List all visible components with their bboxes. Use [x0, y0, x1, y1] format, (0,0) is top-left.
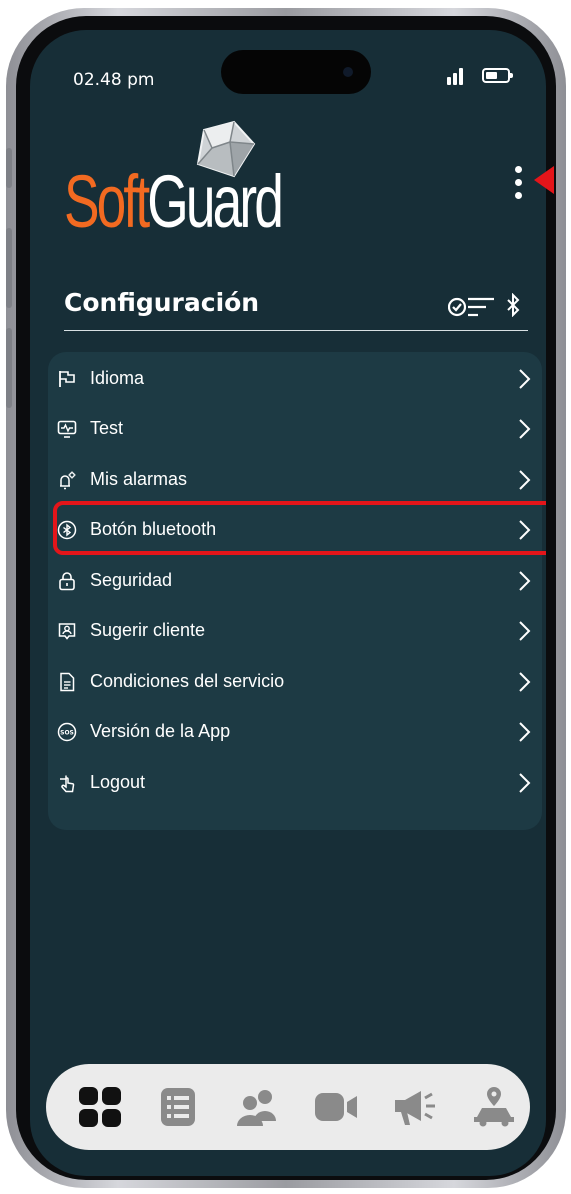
menu-item-label: Test	[90, 418, 124, 438]
phone-frame: 02.48 pm SoftGuard Configuración Idioma …	[6, 8, 566, 1188]
lock-icon	[59, 572, 75, 591]
chevron-right-icon	[519, 672, 531, 692]
tab-contacts[interactable]	[235, 1087, 279, 1127]
bell-settings-icon	[60, 471, 76, 490]
battery-icon	[482, 68, 513, 83]
hand-logout-icon	[60, 775, 75, 793]
sos-icon: SOS	[57, 722, 77, 742]
menu-item-test[interactable]: Test	[48, 405, 542, 453]
menu-item-mis-alarmas[interactable]: Mis alarmas	[48, 456, 542, 504]
menu-item-label: Idioma	[90, 368, 145, 388]
volume-up-button	[6, 228, 12, 308]
chevron-right-icon	[519, 470, 531, 490]
bottom-tab-bar	[46, 1064, 530, 1150]
menu-item-label: Versión de la App	[90, 721, 231, 741]
status-time: 02.48 pm	[73, 70, 155, 90]
app-screen: 02.48 pm SoftGuard Configuración Idioma …	[30, 30, 546, 1176]
megaphone-icon	[395, 1091, 435, 1125]
logo-guard: Guard	[147, 160, 284, 243]
monitor-pulse-icon	[57, 420, 77, 438]
menu-item-label: Condiciones del servicio	[90, 671, 285, 691]
filter-check-icon[interactable]	[448, 294, 500, 320]
mute-switch	[6, 148, 12, 188]
list-icon	[161, 1088, 195, 1126]
menu-item-idioma[interactable]: Idioma	[48, 355, 542, 403]
tab-list[interactable]	[156, 1087, 200, 1127]
grid-icon	[79, 1087, 121, 1127]
tab-video[interactable]	[314, 1087, 358, 1127]
title-divider	[64, 330, 528, 331]
highlight-box	[53, 501, 546, 555]
signal-icon	[447, 67, 465, 85]
menu-item-sugerir-cliente[interactable]: Sugerir cliente	[48, 607, 542, 655]
logo-wordmark: SoftGuard	[64, 165, 284, 239]
car-location-icon	[474, 1087, 514, 1127]
page-title: Configuración	[64, 288, 260, 317]
menu-item-logout[interactable]: Logout	[48, 759, 542, 807]
front-camera	[343, 67, 353, 77]
people-icon	[237, 1090, 276, 1126]
bluetooth-icon[interactable]	[506, 293, 520, 317]
video-camera-icon	[315, 1093, 357, 1121]
settings-menu: Idioma Test Mis alarmas Botón bluetooth …	[48, 352, 546, 830]
menu-item-version-de-la-app[interactable]: SOS Versión de la App	[48, 708, 542, 756]
tab-dashboard[interactable]	[78, 1087, 122, 1127]
menu-item-label: Seguridad	[90, 570, 173, 590]
document-icon	[60, 672, 75, 692]
chevron-right-icon	[519, 621, 531, 641]
pointer-arrow	[534, 166, 554, 194]
user-badge-icon	[58, 623, 76, 640]
tab-announcements[interactable]	[393, 1087, 437, 1127]
menu-item-label: Sugerir cliente	[90, 620, 206, 640]
menu-item-label: Mis alarmas	[90, 469, 188, 489]
svg-text:SOS: SOS	[60, 729, 74, 736]
flag-icon	[59, 371, 75, 387]
chevron-right-icon	[519, 571, 531, 591]
chevron-right-icon	[519, 419, 531, 439]
tab-tracking[interactable]	[472, 1087, 516, 1127]
softguard-logo: SoftGuard	[64, 120, 304, 255]
logo-soft: Soft	[64, 160, 150, 243]
chevron-right-icon	[519, 773, 531, 793]
volume-down-button	[6, 328, 12, 408]
chevron-right-icon	[519, 722, 531, 742]
menu-item-seguridad[interactable]: Seguridad	[48, 557, 542, 605]
more-options-icon[interactable]	[514, 166, 522, 202]
dynamic-island	[221, 50, 371, 94]
chevron-right-icon	[519, 369, 531, 389]
menu-item-label: Logout	[90, 772, 146, 792]
menu-item-condiciones-del-servicio[interactable]: Condiciones del servicio	[48, 658, 542, 706]
